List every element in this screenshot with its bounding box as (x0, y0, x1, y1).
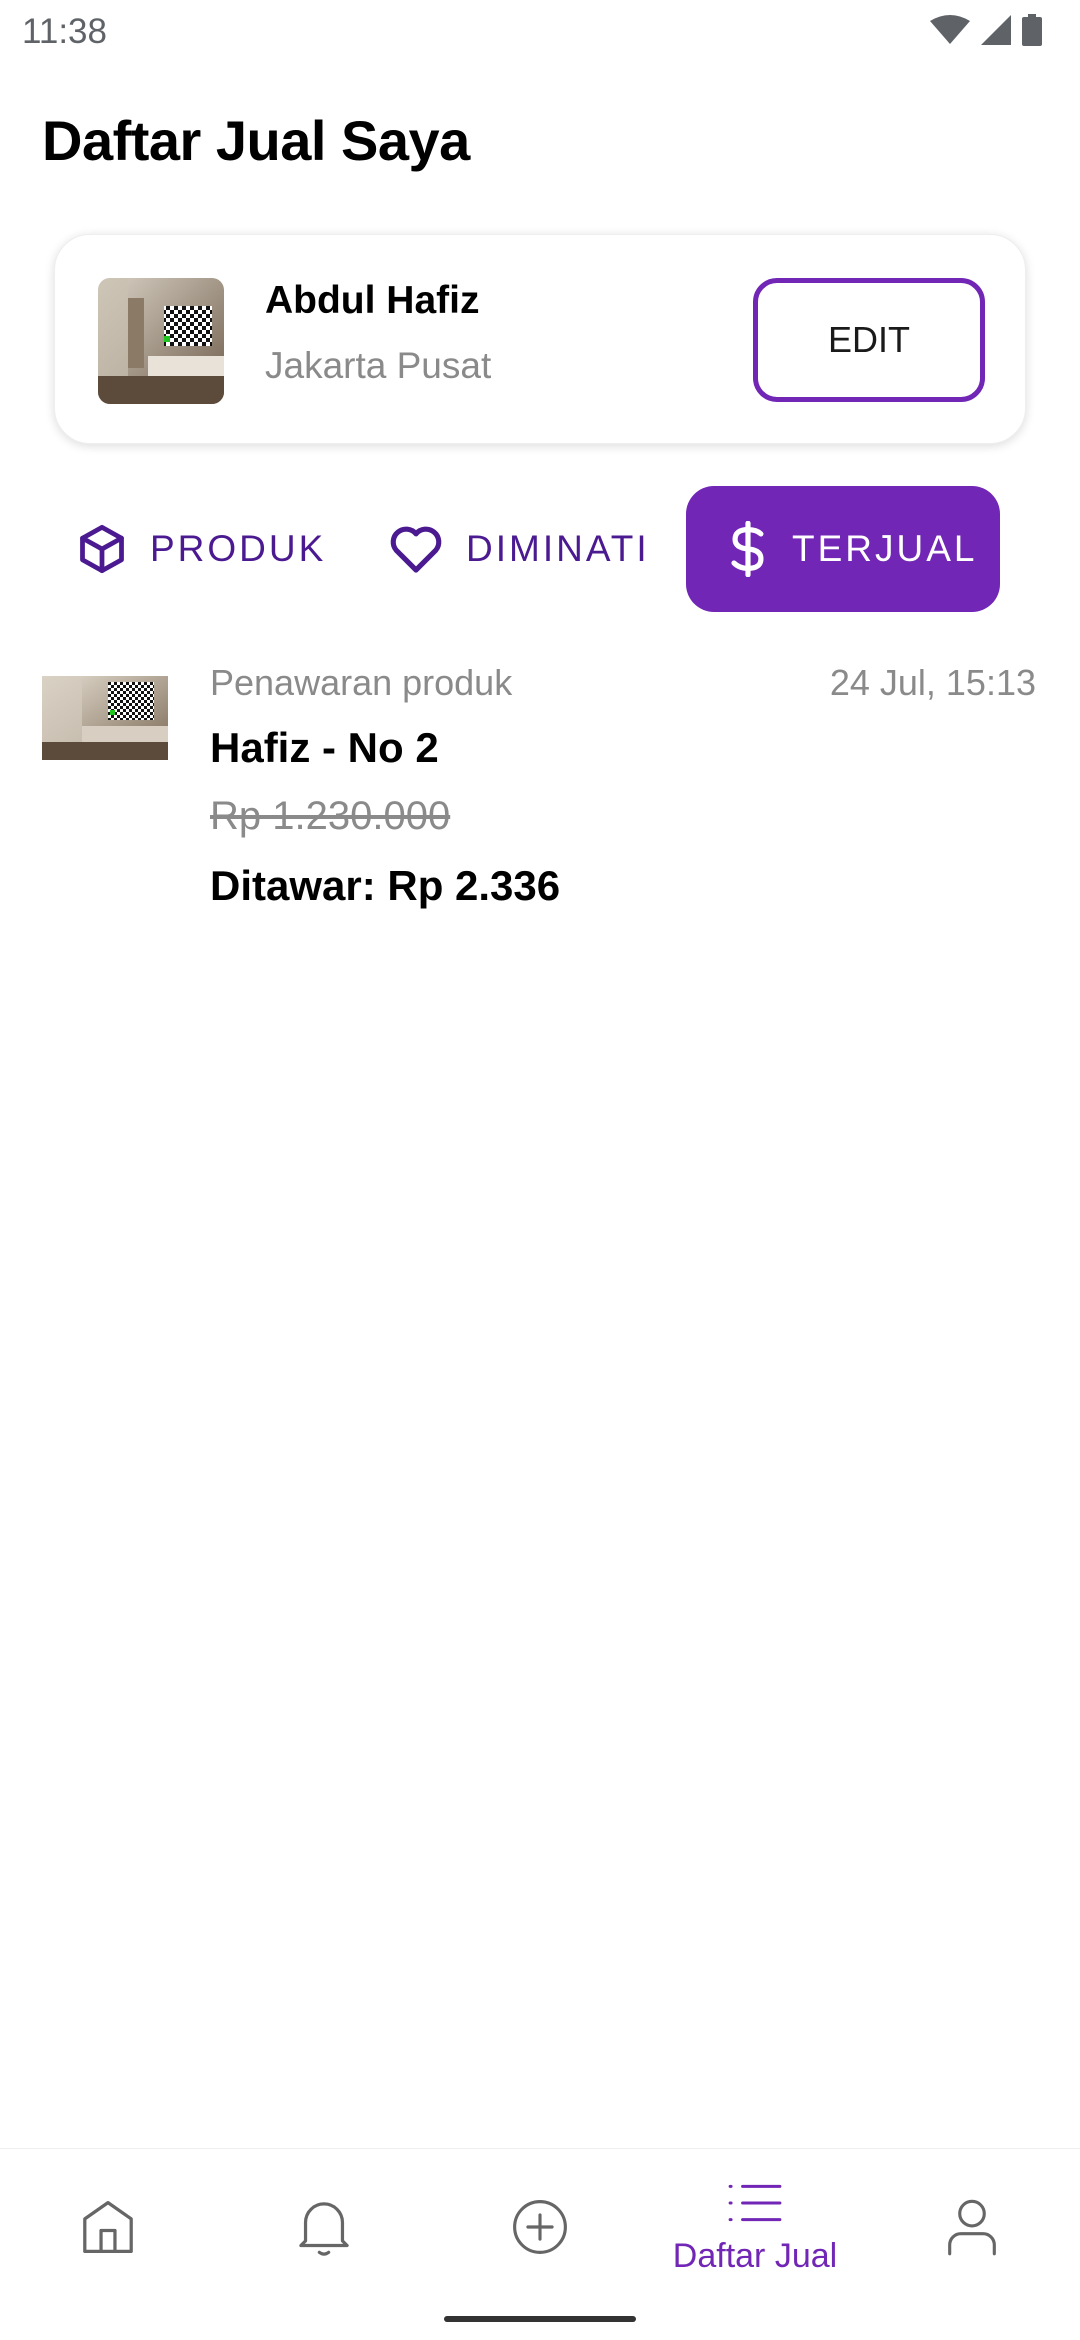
list-icon (728, 2182, 782, 2229)
dollar-icon (726, 521, 770, 577)
product-name: Hafiz - No 2 (210, 724, 439, 771)
tab-produk-label: PRODUK (150, 528, 327, 569)
notification-type: Penawaran produk (210, 662, 513, 703)
seller-card: Abdul Hafiz Jakarta Pusat EDIT (54, 234, 1026, 444)
status-icons (930, 14, 1042, 46)
nav-add-product[interactable] (490, 2149, 590, 2309)
notification-time: 24 Jul, 15:13 (829, 662, 1036, 703)
wifi-icon (930, 15, 970, 45)
nav-notifications[interactable] (274, 2149, 374, 2309)
tab-diminati[interactable]: DIMINATI (388, 486, 650, 612)
seller-name: Abdul Hafiz (265, 279, 480, 322)
tab-terjual[interactable]: TERJUAL (686, 486, 1000, 612)
tab-terjual-label: TERJUAL (792, 528, 978, 569)
status-bar: 11:38 (0, 0, 1080, 62)
seller-avatar (98, 278, 224, 404)
home-icon (80, 2198, 136, 2261)
user-icon (947, 2198, 997, 2261)
nav-home[interactable] (58, 2149, 158, 2309)
original-price: Rp 1.230.000 (210, 794, 451, 838)
heart-icon (388, 523, 444, 575)
edit-profile-button[interactable]: EDIT (753, 278, 985, 402)
status-time: 11:38 (22, 12, 107, 51)
plus-circle-icon (511, 2198, 569, 2261)
bell-icon (296, 2197, 352, 2262)
tab-diminati-label: DIMINATI (466, 528, 650, 569)
bottom-nav: Daftar Jual (0, 2148, 1080, 2340)
home-indicator (444, 2316, 636, 2322)
offer-price: Ditawar: Rp 2.336 (210, 862, 561, 909)
nav-daftar-jual-label: Daftar Jual (672, 2237, 838, 2275)
signal-icon (980, 14, 1012, 46)
nav-profile[interactable] (922, 2149, 1022, 2309)
seller-city: Jakarta Pusat (265, 345, 492, 386)
battery-icon (1022, 14, 1042, 46)
nav-daftar-jual[interactable]: Daftar Jual (630, 2149, 880, 2309)
tab-produk[interactable]: PRODUK (76, 486, 326, 612)
page-title: Daftar Jual Saya (42, 109, 470, 172)
box-icon (76, 523, 128, 575)
product-thumbnail (42, 676, 168, 760)
